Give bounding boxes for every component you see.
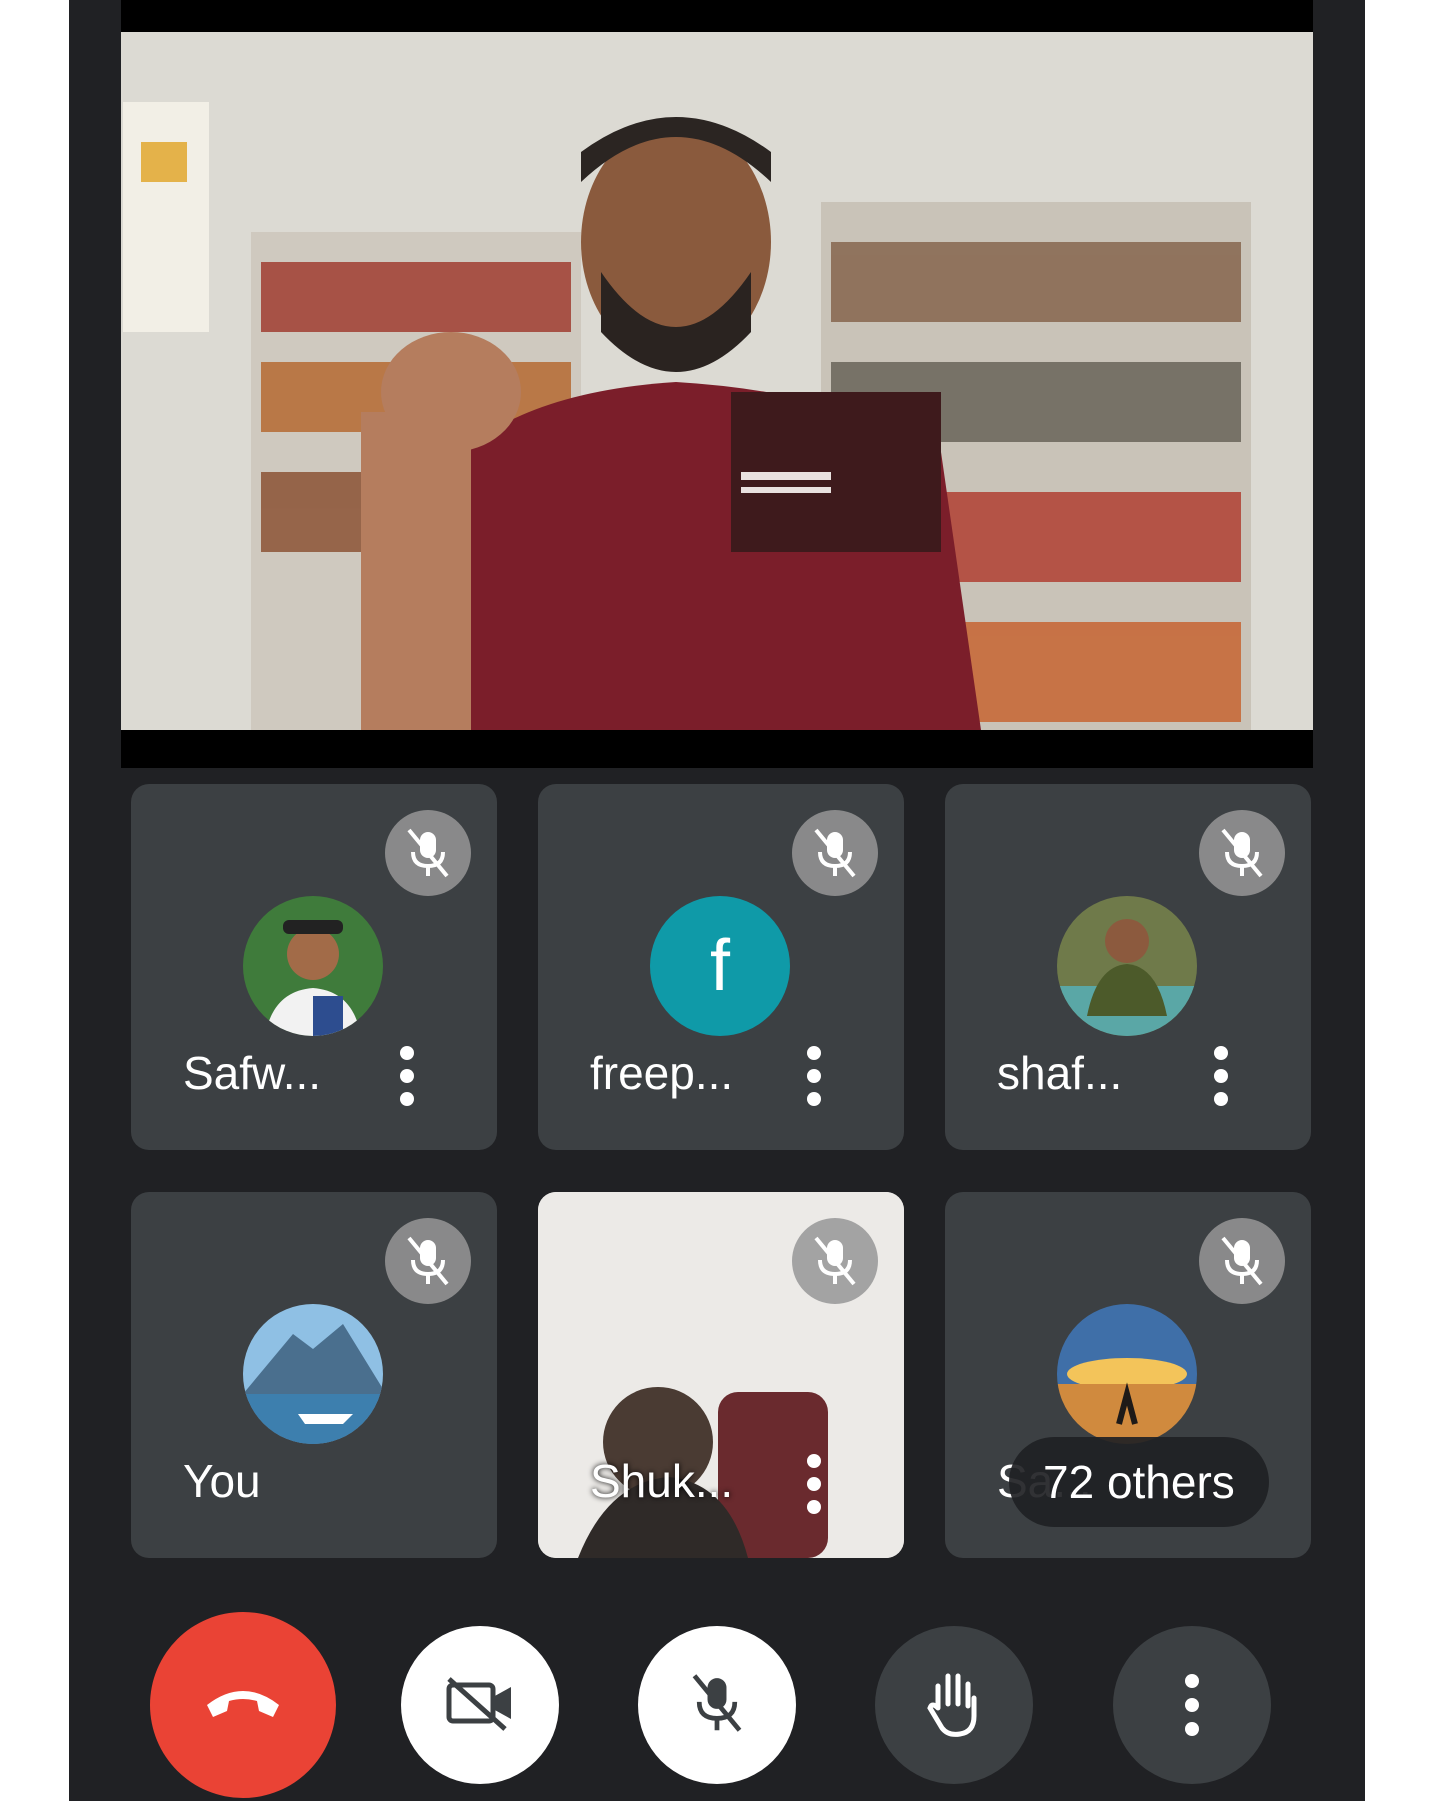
meet-call-screen: Safw... f freep... shaf... You Shuk... 7… [69, 0, 1365, 1801]
mic-off-icon [385, 1218, 471, 1304]
main-speaker-video[interactable] [121, 0, 1313, 768]
participant-name: freep... [590, 1047, 734, 1099]
more-vert-icon[interactable] [1209, 1046, 1233, 1106]
participant-tile[interactable]: f freep... [538, 784, 904, 1150]
participant-name: You [183, 1455, 261, 1507]
more-participants-badge[interactable]: 72 others [1009, 1437, 1269, 1527]
mic-off-icon [385, 810, 471, 896]
participant-tile[interactable]: Safw... [131, 784, 497, 1150]
participant-tile[interactable]: shaf... [945, 784, 1311, 1150]
mic-off-icon [1199, 1218, 1285, 1304]
call-controls-bar [69, 1612, 1365, 1801]
mic-off-icon [792, 810, 878, 896]
participant-name: Shuk... [590, 1455, 734, 1507]
more-vert-icon[interactable] [802, 1454, 826, 1514]
participant-avatar [1057, 1304, 1197, 1444]
raise-hand-button[interactable] [875, 1626, 1033, 1784]
more-options-button[interactable] [1113, 1626, 1271, 1784]
more-vert-icon[interactable] [395, 1046, 419, 1106]
participant-letter-avatar: f [650, 896, 790, 1036]
mic-off-icon [792, 1218, 878, 1304]
camera-off-icon [445, 1675, 515, 1736]
hand-icon [924, 1668, 984, 1743]
participant-tile-video[interactable]: Shuk... [538, 1192, 904, 1558]
speaker-video-frame [121, 32, 1313, 730]
participant-tile[interactable]: Sa... 72 others [945, 1192, 1311, 1558]
mic-off-icon [687, 1671, 747, 1740]
participant-avatar [1057, 896, 1197, 1036]
participant-avatar [243, 1304, 383, 1444]
more-vert-icon [1185, 1674, 1199, 1736]
phone-hangup-icon [203, 1683, 283, 1728]
mic-toggle-button[interactable] [638, 1626, 796, 1784]
mic-off-icon [1199, 810, 1285, 896]
end-call-button[interactable] [150, 1612, 336, 1798]
participant-name: shaf... [997, 1047, 1123, 1099]
participant-name: Safw... [183, 1047, 322, 1099]
speaker-video-image [121, 32, 1313, 730]
participant-avatar [243, 896, 383, 1036]
camera-toggle-button[interactable] [401, 1626, 559, 1784]
participant-tile-self[interactable]: You [131, 1192, 497, 1558]
more-vert-icon[interactable] [802, 1046, 826, 1106]
